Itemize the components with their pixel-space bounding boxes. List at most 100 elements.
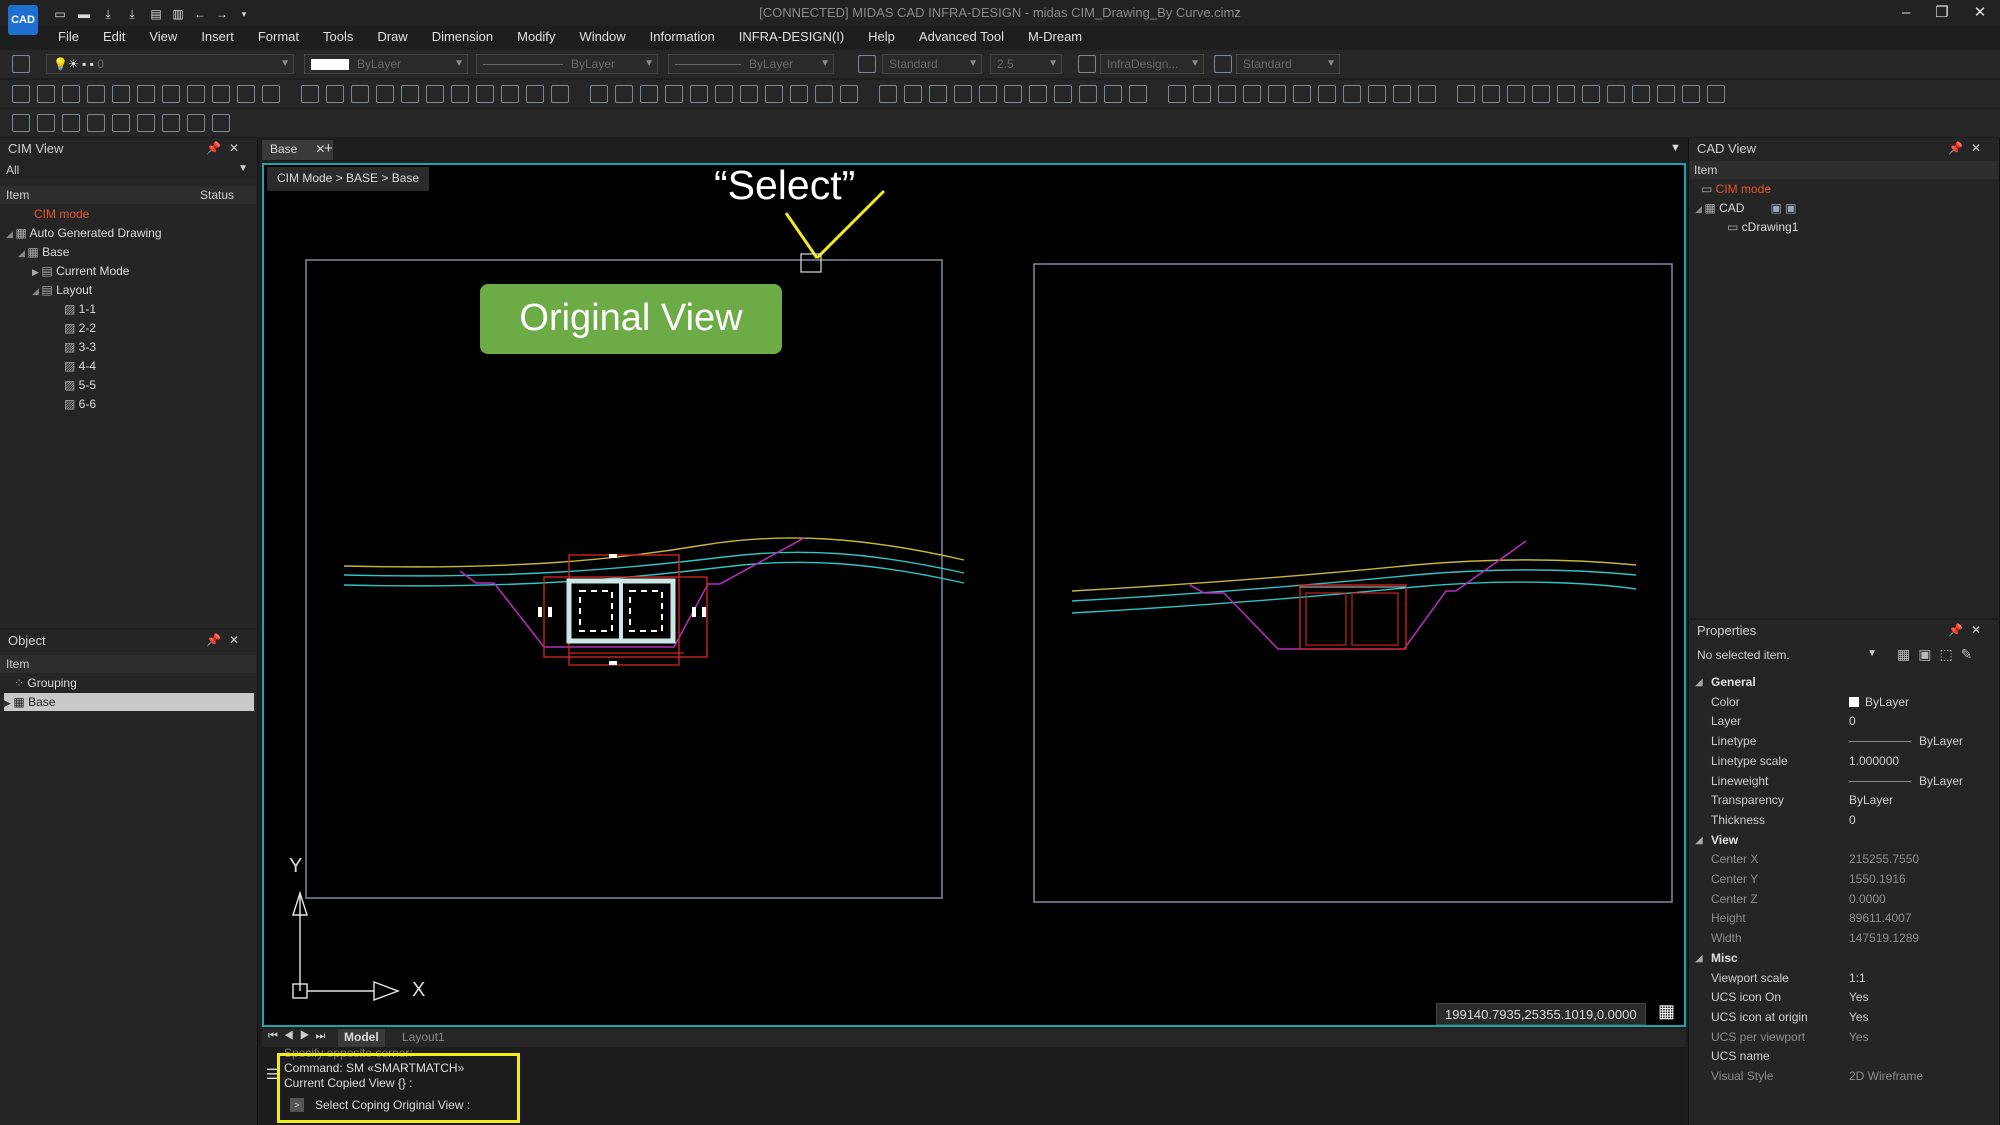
tool-icon[interactable]	[1193, 85, 1211, 103]
tool-icon[interactable]	[879, 85, 897, 103]
layout-nav-icons[interactable]: ⏮◀▶⏭	[268, 1030, 331, 1043]
pin-close-icons[interactable]: 📌✕	[206, 141, 247, 155]
tool-icon[interactable]	[87, 114, 105, 132]
pin-close-icons[interactable]: 📌✕	[206, 633, 247, 647]
dim-style-combo[interactable]: InfraDesign... ▼	[1100, 54, 1204, 74]
tool-icon[interactable]	[740, 85, 758, 103]
pin-close-icons[interactable]: 📌✕	[1948, 141, 1989, 155]
tool-icon[interactable]	[615, 85, 633, 103]
tool-icon[interactable]	[1482, 85, 1500, 103]
tool-icon[interactable]	[137, 114, 155, 132]
tool-icon[interactable]	[401, 85, 419, 103]
tool-icon[interactable]	[87, 85, 105, 103]
tool-icon[interactable]	[1393, 85, 1411, 103]
minimize-icon[interactable]: –	[1892, 3, 1920, 23]
tool-icon[interactable]	[12, 114, 30, 132]
pin-close-icons[interactable]: 📌✕	[1948, 623, 1989, 637]
tool-icon[interactable]	[1054, 85, 1072, 103]
color-combo[interactable]: ByLayer ▼	[304, 54, 468, 74]
tool-icon[interactable]	[1557, 85, 1575, 103]
property-group[interactable]: ◢ Misc	[1688, 949, 2000, 968]
tool-icon[interactable]	[1168, 85, 1186, 103]
tool-icon[interactable]	[1582, 85, 1600, 103]
tool-icon[interactable]	[840, 85, 858, 103]
tool-icon[interactable]	[476, 85, 494, 103]
tool-icon[interactable]	[1318, 85, 1336, 103]
tab-list-dropdown-icon[interactable]: ▼	[1670, 142, 1681, 154]
tool-icon[interactable]	[37, 114, 55, 132]
tool-icon[interactable]	[1368, 85, 1386, 103]
tool-icon[interactable]	[1079, 85, 1097, 103]
text-style-combo[interactable]: Standard ▼	[882, 54, 982, 74]
tree-item-section[interactable]: ▨ 3-3	[64, 338, 96, 356]
tool-icon[interactable]	[954, 85, 972, 103]
tool-icon[interactable]	[1029, 85, 1047, 103]
property-row[interactable]: Height 89611.4007	[1688, 909, 2000, 928]
tool-icon[interactable]	[137, 85, 155, 103]
tool-icon[interactable]	[1632, 85, 1650, 103]
menu-item[interactable]: Dimension	[420, 26, 505, 48]
tool-icon[interactable]	[1218, 85, 1236, 103]
tool-icon[interactable]	[301, 85, 319, 103]
table-style-combo[interactable]: Standard ▼	[1236, 54, 1340, 74]
tree-item-section[interactable]: ▨ 2-2	[64, 319, 96, 337]
tool-icon[interactable]	[262, 85, 280, 103]
tool-icon[interactable]	[62, 85, 80, 103]
tab-layout1[interactable]: Layout1	[402, 1030, 445, 1044]
menu-item[interactable]: Format	[246, 26, 311, 48]
tool-icon[interactable]	[815, 85, 833, 103]
property-group[interactable]: ◢ General	[1688, 673, 2000, 692]
tool-icon[interactable]	[715, 85, 733, 103]
menu-item[interactable]: File	[46, 26, 91, 48]
tree-item-cdrawing1[interactable]: ▭ cDrawing1	[1727, 218, 1798, 236]
menu-item[interactable]: Edit	[91, 26, 137, 48]
tree-item-cim-mode[interactable]: CIM mode	[34, 205, 89, 223]
property-row[interactable]: UCS per viewport Yes	[1688, 1028, 2000, 1047]
tool-icon[interactable]	[187, 85, 205, 103]
menu-item[interactable]: Help	[856, 26, 907, 48]
properties-toolbar-icons[interactable]: ▦▣⬚✎	[1897, 646, 1980, 663]
new-tab-button[interactable]: +	[324, 140, 333, 157]
menu-item[interactable]: Modify	[505, 26, 567, 48]
tool-icon[interactable]	[590, 85, 608, 103]
tool-icon[interactable]	[1457, 85, 1475, 103]
menu-item[interactable]: INFRA-DESIGN(I)	[727, 26, 856, 48]
drawing-canvas[interactable]	[262, 163, 1686, 1027]
property-row[interactable]: Linetype scale 1.000000	[1688, 752, 2000, 771]
tool-icon[interactable]	[162, 114, 180, 132]
layer-combo[interactable]: 💡☀ ▪ ▪ 0 ▼	[46, 54, 294, 74]
linetype-combo[interactable]: ByLayer ▼	[476, 54, 658, 74]
tree-item-section[interactable]: ▨ 6-6	[64, 395, 96, 413]
tool-icon[interactable]	[1268, 85, 1286, 103]
dim-style-icon[interactable]	[1078, 55, 1096, 73]
lineweight-combo[interactable]: ByLayer ▼	[668, 54, 834, 74]
tree-item-layout[interactable]: ◢ ▤ Layout	[32, 281, 92, 299]
property-row[interactable]: UCS name	[1688, 1047, 2000, 1066]
tool-icon[interactable]	[62, 114, 80, 132]
menu-item[interactable]: Draw	[365, 26, 419, 48]
menu-item[interactable]: View	[137, 26, 189, 48]
property-row[interactable]: UCS icon at origin Yes	[1688, 1008, 2000, 1027]
menu-item[interactable]: Window	[567, 26, 637, 48]
tool-icon[interactable]	[790, 85, 808, 103]
tool-icon[interactable]	[551, 85, 569, 103]
tool-icon[interactable]	[1707, 85, 1725, 103]
menu-item[interactable]: Tools	[311, 26, 365, 48]
tool-icon[interactable]	[212, 85, 230, 103]
property-group[interactable]: ◢ View	[1688, 831, 2000, 850]
tool-icon[interactable]	[690, 85, 708, 103]
property-row[interactable]: Width 147519.1289	[1688, 929, 2000, 948]
tree-item-base-selected[interactable]: ▶ ▦ Base	[4, 693, 254, 711]
tool-icon[interactable]	[162, 85, 180, 103]
tool-icon[interactable]	[765, 85, 783, 103]
menu-item[interactable]: Information	[638, 26, 727, 48]
tool-icon[interactable]	[665, 85, 683, 103]
tool-icon[interactable]	[1607, 85, 1625, 103]
tool-icon[interactable]	[326, 85, 344, 103]
tool-icon[interactable]	[1507, 85, 1525, 103]
property-row[interactable]: Thickness 0	[1688, 811, 2000, 830]
menu-item[interactable]: M-Dream	[1016, 26, 1094, 48]
tool-icon[interactable]	[1532, 85, 1550, 103]
tree-item-section[interactable]: ▨ 5-5	[64, 376, 96, 394]
tool-icon[interactable]	[501, 85, 519, 103]
